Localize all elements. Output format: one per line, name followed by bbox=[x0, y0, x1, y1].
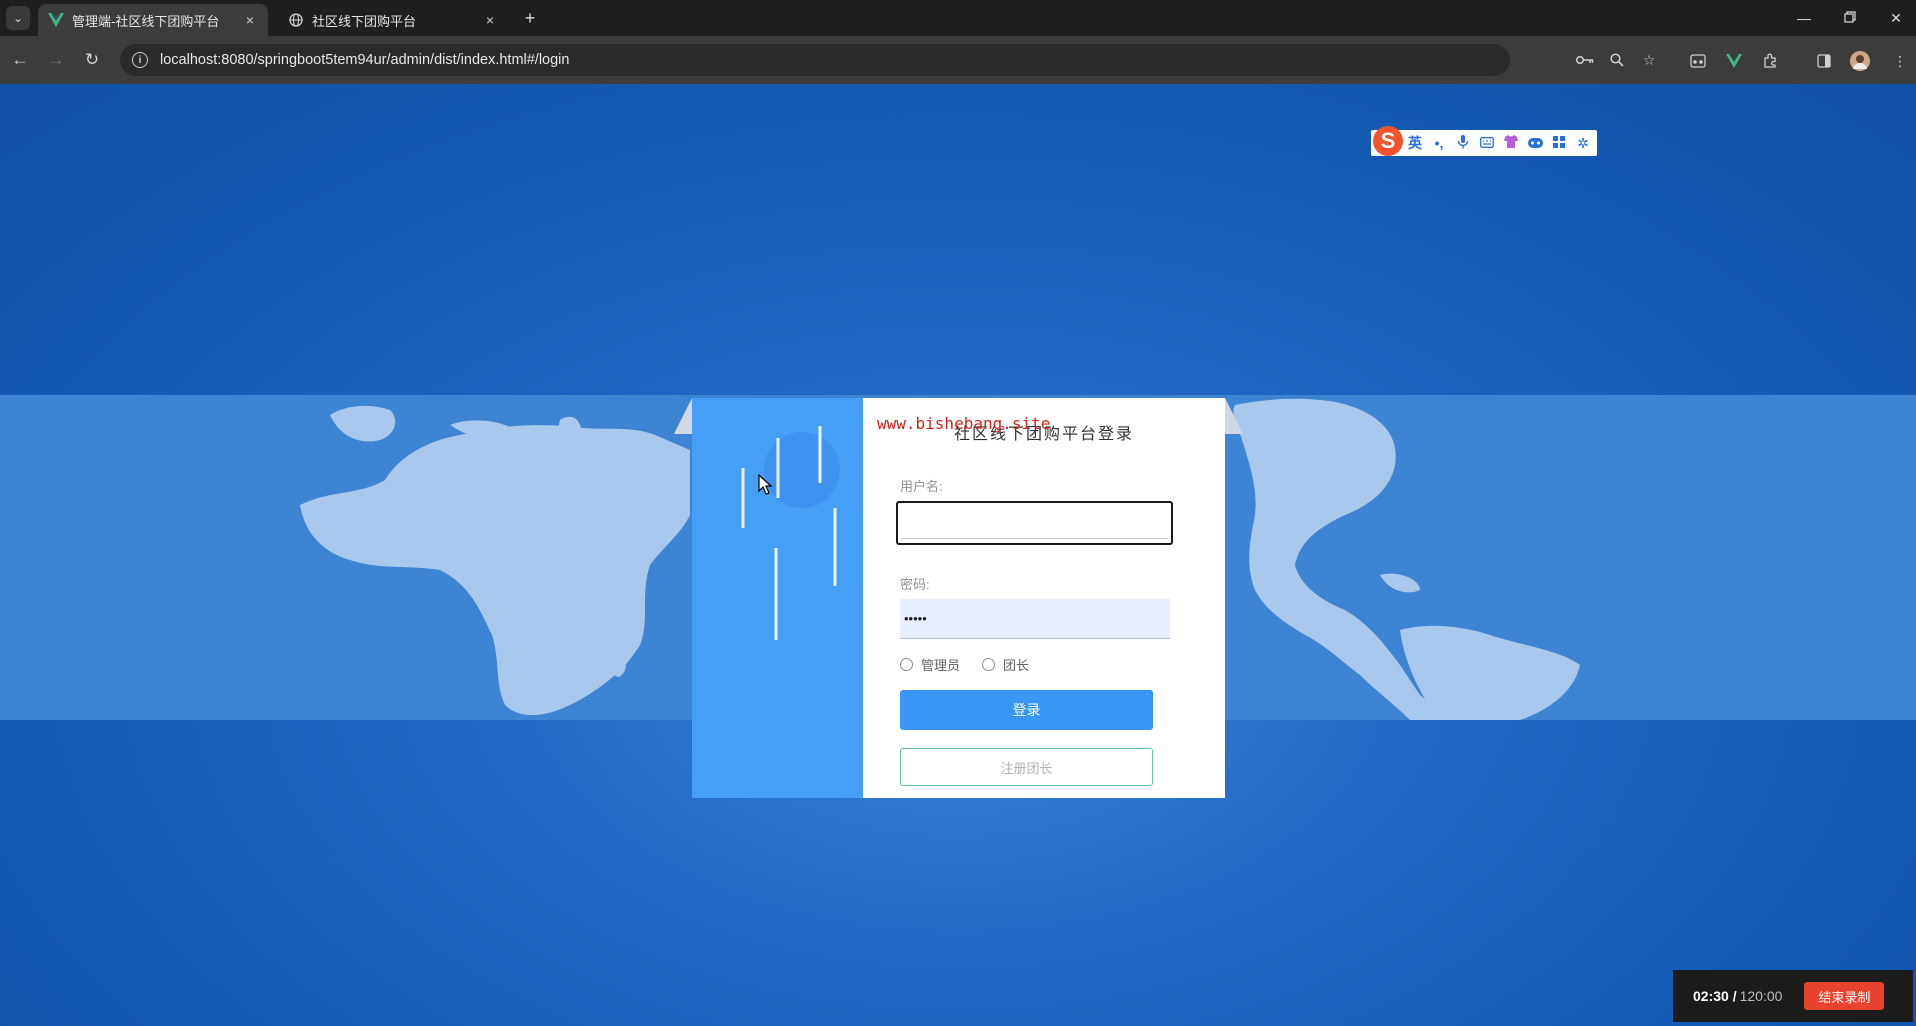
bookmark-star-icon[interactable]: ☆ bbox=[1639, 50, 1659, 70]
login-page-background: S 英 •, ✲ 社区线下团购平台登录 用户名: 密码: ••••• 管理员 团… bbox=[0, 84, 1916, 1026]
card-corner-right bbox=[1225, 398, 1243, 434]
game-controller-icon[interactable] bbox=[1523, 135, 1547, 151]
password-input[interactable]: ••••• bbox=[900, 599, 1170, 639]
forward-button[interactable]: → bbox=[44, 48, 68, 72]
register-leader-button[interactable]: 注册团长 bbox=[900, 748, 1153, 786]
address-url[interactable]: localhost:8080/springboot5tem94ur/admin/… bbox=[160, 52, 569, 68]
browser-toolbar: ← → ↻ i localhost:8080/springboot5tem94u… bbox=[0, 36, 1916, 84]
card-corner-left bbox=[674, 398, 692, 434]
login-illustration-panel bbox=[692, 398, 863, 798]
rain-drops-illustration bbox=[741, 426, 840, 640]
arrow-right-icon: → bbox=[47, 50, 65, 69]
settings-gear-icon[interactable]: ✲ bbox=[1571, 135, 1595, 152]
role-radio-admin[interactable] bbox=[900, 658, 913, 671]
username-label: 用户名: bbox=[900, 479, 943, 494]
browser-tab-admin[interactable]: 管理端-社区线下团购平台 × bbox=[38, 4, 268, 36]
new-tab-button[interactable]: + bbox=[518, 6, 542, 30]
ime-toolbar[interactable]: S 英 •, ✲ bbox=[1371, 126, 1597, 156]
mouse-cursor-icon bbox=[758, 474, 773, 495]
role-label-admin[interactable]: 管理员 bbox=[921, 655, 960, 674]
close-icon: ✕ bbox=[1890, 9, 1902, 26]
skin-shirt-icon[interactable] bbox=[1499, 135, 1523, 151]
restore-icon bbox=[1844, 10, 1856, 26]
extensions-puzzle-icon[interactable] bbox=[1759, 50, 1781, 72]
vue-devtools-icon[interactable] bbox=[1723, 50, 1745, 72]
browser-tab-platform[interactable]: 社区线下团购平台 × bbox=[278, 4, 508, 36]
minimize-icon: — bbox=[1797, 10, 1811, 26]
address-bar[interactable]: i localhost:8080/springboot5tem94ur/admi… bbox=[120, 44, 1510, 76]
role-radio-leader[interactable] bbox=[982, 658, 996, 671]
password-label: 密码: bbox=[900, 577, 930, 592]
sogou-logo-icon[interactable]: S bbox=[1373, 126, 1403, 156]
stop-recording-button[interactable]: 结束录制 bbox=[1804, 982, 1885, 1010]
incognito-extension-icon[interactable] bbox=[1687, 50, 1709, 72]
password-key-icon[interactable] bbox=[1575, 50, 1595, 70]
browser-tab-strip: ⌄ 管理端-社区线下团购平台 × 社区线下团购平台 × + — ✕ bbox=[0, 0, 1916, 36]
microphone-icon[interactable] bbox=[1451, 134, 1475, 152]
role-radio-group: 管理员 团长 bbox=[900, 655, 1051, 674]
record-elapsed-time: 02:30 / bbox=[1693, 988, 1737, 1004]
watermark-text: www.bishebang.site bbox=[877, 414, 1051, 433]
ime-punctuation-toggle[interactable]: •, bbox=[1427, 135, 1451, 151]
back-button[interactable]: ← bbox=[8, 48, 32, 72]
tab-search-button[interactable]: ⌄ bbox=[6, 6, 30, 30]
keyboard-icon[interactable] bbox=[1475, 135, 1499, 151]
vue-logo-icon bbox=[48, 12, 64, 28]
login-button[interactable]: 登录 bbox=[900, 690, 1153, 730]
site-info-icon[interactable]: i bbox=[132, 52, 148, 68]
ime-language-toggle[interactable]: 英 bbox=[1403, 133, 1427, 153]
tab-close-icon[interactable]: × bbox=[482, 12, 498, 28]
close-window-button[interactable]: ✕ bbox=[1884, 6, 1908, 30]
minimize-button[interactable]: — bbox=[1792, 6, 1816, 30]
tab-title: 社区线下团购平台 bbox=[312, 13, 417, 29]
globe-icon bbox=[288, 12, 304, 28]
reload-icon: ↻ bbox=[84, 50, 100, 69]
browser-menu-icon[interactable]: ⋮ bbox=[1889, 50, 1911, 72]
reload-button[interactable]: ↻ bbox=[80, 48, 104, 72]
username-input-underline bbox=[901, 538, 1168, 539]
tab-title: 管理端-社区线下团购平台 bbox=[72, 13, 220, 29]
tab-close-icon[interactable]: × bbox=[242, 12, 258, 28]
login-card: 社区线下团购平台登录 用户名: 密码: ••••• 管理员 团长 登录 注册团长 bbox=[692, 398, 1225, 798]
restore-button[interactable] bbox=[1838, 6, 1862, 30]
plus-icon: + bbox=[524, 7, 536, 28]
chevron-down-icon: ⌄ bbox=[12, 11, 24, 25]
profile-avatar[interactable] bbox=[1849, 50, 1871, 72]
login-form: 社区线下团购平台登录 用户名: 密码: ••••• 管理员 团长 登录 注册团长 bbox=[863, 398, 1225, 798]
screen-recorder-widget: 02:30 / 120:00 结束录制 bbox=[1673, 970, 1913, 1022]
record-total-time: 120:00 bbox=[1739, 988, 1783, 1004]
arrow-left-icon: ← bbox=[11, 50, 29, 69]
role-label-leader[interactable]: 团长 bbox=[1003, 655, 1029, 674]
username-input[interactable] bbox=[896, 501, 1173, 545]
zoom-icon[interactable] bbox=[1607, 50, 1627, 70]
side-panel-icon[interactable] bbox=[1813, 50, 1835, 72]
toolbox-grid-icon[interactable] bbox=[1547, 135, 1571, 151]
